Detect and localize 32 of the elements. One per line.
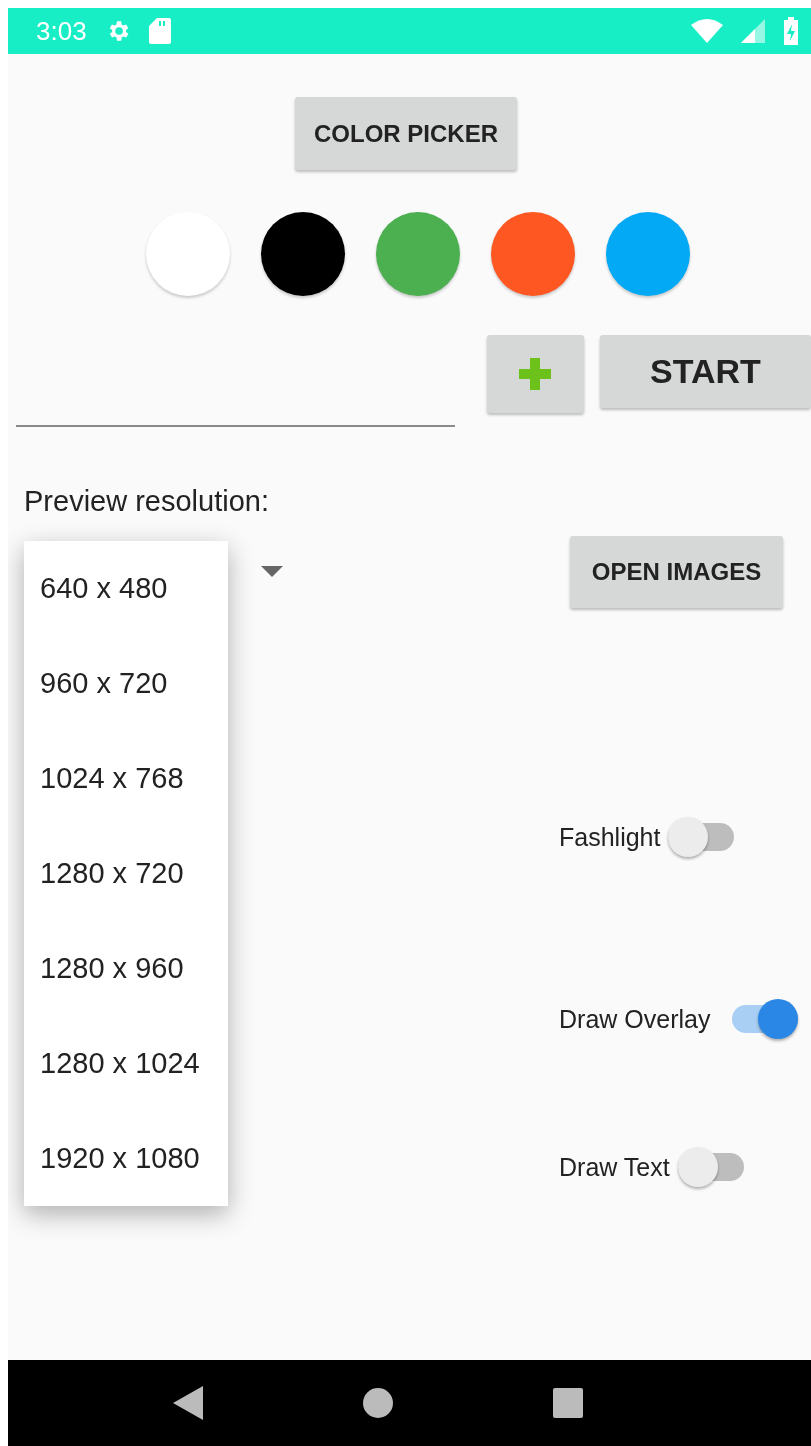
color-swatch[interactable]	[146, 212, 230, 296]
switch-label: Draw Text	[559, 1152, 670, 1182]
dropdown-arrow-icon[interactable]	[261, 566, 283, 577]
sd-card-icon	[148, 18, 171, 44]
color-swatch[interactable]	[376, 212, 460, 296]
menu-option[interactable]: 1280 x 960	[24, 921, 228, 1016]
battery-icon	[783, 17, 799, 45]
switch-label: Draw Overlay	[559, 1004, 711, 1034]
signal-icon	[741, 19, 765, 43]
toggle-switch[interactable]	[677, 1147, 744, 1187]
clock: 3:03	[36, 15, 87, 47]
menu-option[interactable]: 1280 x 720	[24, 826, 228, 921]
toggle-switch[interactable]	[668, 817, 735, 857]
color-swatch[interactable]	[491, 212, 575, 296]
color-swatch[interactable]	[606, 212, 690, 296]
preview-resolution-label: Preview resolution:	[24, 485, 269, 518]
home-icon[interactable]	[363, 1388, 393, 1418]
menu-option[interactable]: 1024 x 768	[24, 731, 228, 826]
menu-option[interactable]: 960 x 720	[24, 636, 228, 731]
open-images-button[interactable]: OPEN IMAGES	[570, 536, 783, 608]
add-button[interactable]	[487, 335, 584, 413]
back-icon[interactable]	[173, 1386, 203, 1420]
switch-label: Fashlight	[559, 822, 661, 852]
menu-option[interactable]: 1920 x 1080	[24, 1111, 228, 1206]
plus-icon	[517, 356, 554, 392]
menu-option[interactable]: 640 x 480	[24, 541, 228, 636]
toggle-switch[interactable]	[732, 999, 799, 1039]
color-picker-button[interactable]: COLOR PICKER	[295, 97, 517, 170]
color-swatch[interactable]	[261, 212, 345, 296]
menu-option[interactable]: 1280 x 1024	[24, 1016, 228, 1111]
wifi-icon	[691, 19, 723, 43]
start-button[interactable]: START	[599, 335, 811, 408]
